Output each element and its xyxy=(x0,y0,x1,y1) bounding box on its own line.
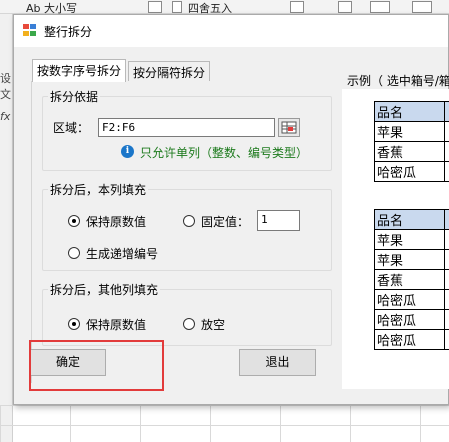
example-area: 品名 苹果 香蕉 哈密瓜 品名 苹果 苹果 香蕉 哈密瓜 哈密瓜 哈密瓜 xyxy=(342,89,449,389)
table-row: 香蕉 xyxy=(374,269,449,290)
tab-split-by-delimiter[interactable]: 按分隔符拆分 xyxy=(128,61,211,81)
range-label: 区域： xyxy=(53,121,90,135)
table-row: 哈密瓜 xyxy=(374,309,449,330)
table-cell: 苹果 xyxy=(374,229,445,250)
dialog-titlebar[interactable]: 整行拆分 xyxy=(14,15,448,47)
tab-split-by-number[interactable]: 按数字序号拆分 xyxy=(32,59,127,82)
app-icon xyxy=(23,24,37,37)
table-cell: 品名 xyxy=(374,101,445,122)
other-keep-original-label[interactable]: 保持原数值 xyxy=(86,316,146,333)
range-picker-button[interactable] xyxy=(278,118,300,137)
info-text: 只允许单列（整数、编号类型） xyxy=(140,146,309,160)
table-cell: 哈密瓜 xyxy=(374,329,445,350)
radio-fixed-value[interactable] xyxy=(183,215,195,227)
info-icon: i xyxy=(121,145,134,158)
highlight-box xyxy=(29,340,164,391)
example-table-before: 品名 苹果 香蕉 哈密瓜 xyxy=(374,101,449,182)
ribbon-table-icon xyxy=(172,1,182,13)
radio-other-keep-original[interactable] xyxy=(68,318,80,330)
table-row: 哈密瓜 xyxy=(374,329,449,350)
split-rows-dialog: 整行拆分 按数字序号拆分 按分隔符拆分 拆分依据 区域： F2:F6 i 只允许… xyxy=(13,14,449,405)
table-cell: 品名 xyxy=(374,209,445,230)
ribbon-clipboard-icon xyxy=(290,1,304,13)
keep-original-label[interactable]: 保持原数值 xyxy=(86,213,146,230)
ribbon-doc-icon xyxy=(148,1,162,13)
table-cell: 苹果 xyxy=(374,121,445,142)
table-row: 哈密瓜 xyxy=(374,161,449,182)
ribbon-image-icon xyxy=(338,1,352,13)
this-column-fill-group: 拆分后，本列填充 保持原数值 固定值： 1 生成递增编号 xyxy=(42,181,332,271)
ribbon-table2-icon xyxy=(412,1,432,13)
table-cell: 哈密瓜 xyxy=(374,309,445,330)
this-column-fill-title: 拆分后，本列填充 xyxy=(48,181,149,198)
table-row: 品名 xyxy=(374,101,449,122)
range-input[interactable]: F2:F6 xyxy=(98,118,275,137)
example-table-after: 品名 苹果 苹果 香蕉 哈密瓜 哈密瓜 哈密瓜 xyxy=(374,209,449,350)
split-basis-title: 拆分依据 xyxy=(48,88,101,105)
fixed-value-label[interactable]: 固定值： xyxy=(201,213,249,230)
table-row: 苹果 xyxy=(374,121,449,142)
table-cell: 香蕉 xyxy=(374,269,445,290)
incremental-label[interactable]: 生成递增编号 xyxy=(86,245,158,262)
table-cell: 香蕉 xyxy=(374,141,445,162)
ribbon-grid-icon xyxy=(370,1,390,13)
table-cell: 苹果 xyxy=(374,249,445,270)
range-select-icon xyxy=(281,121,297,134)
fixed-value-input[interactable]: 1 xyxy=(257,210,300,231)
fx-icon[interactable]: fx xyxy=(0,110,10,123)
table-row: 苹果 xyxy=(374,229,449,250)
sheet-grid[interactable] xyxy=(0,405,449,442)
example-title: 示例（ 选中箱号/箱 xyxy=(347,74,449,88)
split-basis-group: 拆分依据 区域： F2:F6 i 只允许单列（整数、编号类型） xyxy=(42,88,332,171)
table-row: 香蕉 xyxy=(374,141,449,162)
table-cell: 哈密瓜 xyxy=(374,161,445,182)
table-row: 苹果 xyxy=(374,249,449,270)
other-columns-fill-title: 拆分后，其他列填充 xyxy=(48,281,161,298)
leave-empty-label[interactable]: 放空 xyxy=(201,316,225,333)
other-columns-fill-group: 拆分后，其他列填充 保持原数值 放空 xyxy=(42,281,332,346)
radio-leave-empty[interactable] xyxy=(183,318,195,330)
table-cell: 哈密瓜 xyxy=(374,289,445,310)
excel-ribbon: Ab 大小写 四舍五入 xyxy=(0,0,449,15)
tab-panel: 拆分依据 区域： F2:F6 i 只允许单列（整数、编号类型） 拆分后，本列填充… xyxy=(31,81,332,383)
row-label: 设文 xyxy=(0,72,11,101)
table-row: 哈密瓜 xyxy=(374,289,449,310)
sheet-row-header: 设文 fx xyxy=(0,14,13,442)
table-row: 品名 xyxy=(374,209,449,230)
dialog-title: 整行拆分 xyxy=(44,25,93,39)
radio-keep-original[interactable] xyxy=(68,215,80,227)
exit-button[interactable]: 退出 xyxy=(239,349,316,376)
radio-incremental[interactable] xyxy=(68,247,80,259)
